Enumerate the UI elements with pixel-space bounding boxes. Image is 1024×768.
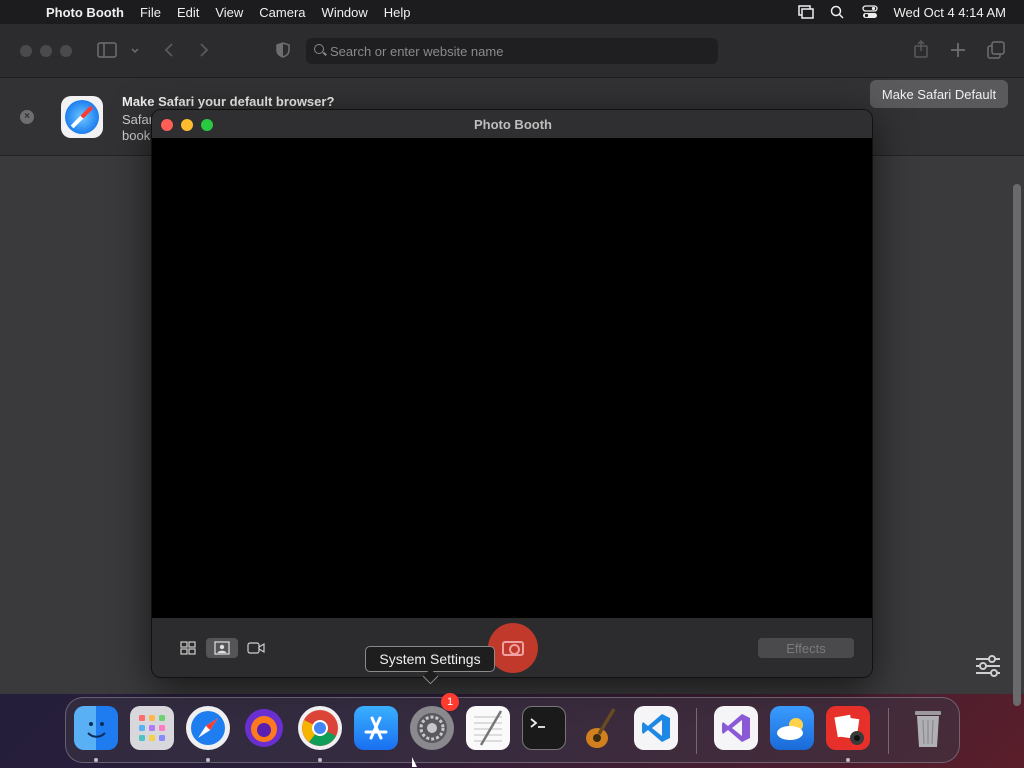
- spotlight-search-icon[interactable]: [830, 5, 846, 19]
- share-icon[interactable]: [913, 39, 929, 63]
- tab-overview-icon[interactable]: [987, 41, 1005, 64]
- menu-view[interactable]: View: [207, 5, 251, 20]
- zoom-button-inactive[interactable]: [60, 45, 72, 57]
- chrome-icon[interactable]: [298, 706, 342, 750]
- photo-booth-controls: Effects: [152, 618, 872, 677]
- trash-icon[interactable]: [906, 706, 950, 750]
- banner-description: Safari book: [122, 112, 152, 143]
- menubar-clock[interactable]: Wed Oct 4 4:14 AM: [894, 5, 1006, 20]
- menu-file[interactable]: File: [132, 5, 169, 20]
- photo-booth-titlebar[interactable]: Photo Booth: [152, 110, 872, 138]
- back-icon[interactable]: [164, 42, 174, 63]
- app-store-icon[interactable]: [354, 706, 398, 750]
- safari-logo: [61, 96, 103, 138]
- address-bar[interactable]: Search or enter website name: [306, 38, 718, 64]
- control-center-icon[interactable]: [861, 5, 878, 19]
- make-safari-default-button[interactable]: Make Safari Default: [870, 80, 1008, 108]
- running-indicator: [846, 758, 850, 762]
- chevron-down-icon[interactable]: [130, 43, 140, 61]
- sidebar-toggle-icon[interactable]: [97, 42, 117, 63]
- close-icon[interactable]: ×: [20, 110, 34, 124]
- camera-preview: [152, 138, 872, 618]
- dock: [65, 697, 960, 763]
- safari-icon[interactable]: [186, 706, 230, 750]
- minimize-button-inactive[interactable]: [40, 45, 52, 57]
- menu-help[interactable]: Help: [376, 5, 419, 20]
- video-mode-icon[interactable]: [240, 638, 272, 658]
- scrollbar[interactable]: [1013, 184, 1021, 706]
- close-button-inactive[interactable]: [20, 45, 32, 57]
- garageband-icon[interactable]: [578, 706, 622, 750]
- dock-tooltip: System Settings: [365, 646, 495, 672]
- dock-separator: [888, 708, 889, 754]
- textedit-icon[interactable]: [466, 706, 510, 750]
- photo-booth-window: Photo Booth Effects: [151, 109, 873, 678]
- window-title: Photo Booth: [474, 117, 552, 132]
- running-indicator: [94, 758, 98, 762]
- capture-mode-selector: [172, 638, 272, 658]
- forward-icon[interactable]: [199, 42, 209, 63]
- running-indicator: [206, 758, 210, 762]
- visual-studio-icon[interactable]: [714, 706, 758, 750]
- grid-mode-icon[interactable]: [172, 638, 204, 658]
- terminal-icon[interactable]: [522, 706, 566, 750]
- effects-button[interactable]: Effects: [758, 638, 854, 658]
- sliders-icon[interactable]: [974, 654, 1002, 678]
- new-tab-icon[interactable]: [950, 42, 966, 63]
- menu-window[interactable]: Window: [314, 5, 376, 20]
- notification-badge: 1: [441, 693, 459, 711]
- system-settings-icon[interactable]: [410, 706, 454, 750]
- photo-mode-icon[interactable]: [206, 638, 238, 658]
- banner-title: Make Safari your default browser?: [122, 94, 335, 109]
- photo-booth-icon[interactable]: [826, 706, 870, 750]
- take-photo-button[interactable]: [488, 623, 538, 673]
- screen-mirroring-icon[interactable]: [797, 5, 814, 19]
- mouse-cursor: [412, 757, 417, 767]
- finder-icon[interactable]: [74, 706, 118, 750]
- firefox-icon[interactable]: [242, 706, 286, 750]
- privacy-shield-icon[interactable]: [276, 42, 290, 63]
- launchpad-icon[interactable]: [130, 706, 174, 750]
- safari-toolbar: Search or enter website name: [0, 24, 1024, 78]
- menu-edit[interactable]: Edit: [169, 5, 207, 20]
- menu-bar: Photo Booth File Edit View Camera Window…: [0, 0, 1024, 24]
- weather-icon[interactable]: [770, 706, 814, 750]
- search-icon: [314, 44, 324, 54]
- running-indicator: [318, 758, 322, 762]
- menu-app-name[interactable]: Photo Booth: [36, 5, 132, 20]
- camera-icon: [502, 640, 524, 656]
- vscode-icon[interactable]: [634, 706, 678, 750]
- menu-camera[interactable]: Camera: [251, 5, 313, 20]
- dock-separator: [696, 708, 697, 754]
- address-placeholder: Search or enter website name: [330, 43, 504, 59]
